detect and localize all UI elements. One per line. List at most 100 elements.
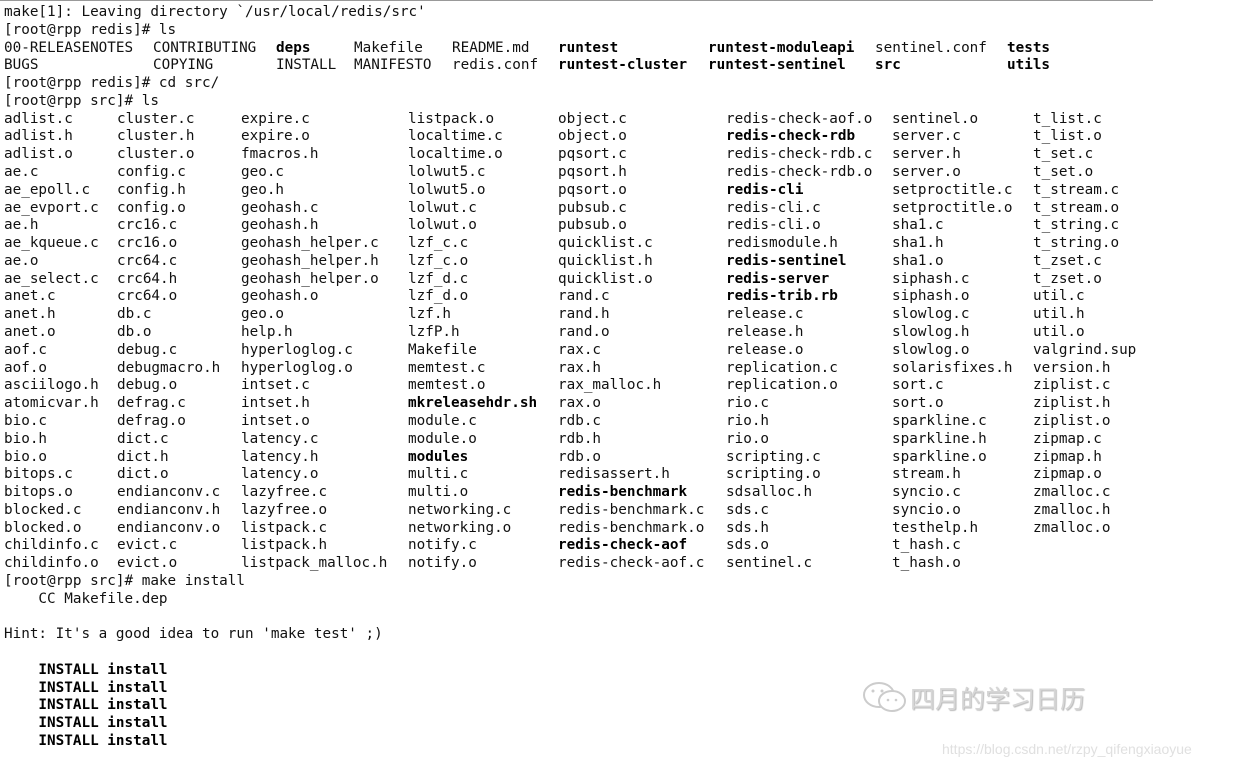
file-entry: dict.h <box>117 448 169 465</box>
file-entry: hyperloglog.o <box>241 359 353 376</box>
file-entry: zmalloc.o <box>1033 519 1111 536</box>
file-entry: crc64.c <box>117 252 178 269</box>
file-entry: t_zset.c <box>1033 252 1102 269</box>
file-entry: INSTALL <box>276 57 337 74</box>
file-entry: localtime.o <box>408 146 503 163</box>
file-entry: cluster.h <box>117 128 195 145</box>
file-entry: sdsalloc.h <box>726 484 813 501</box>
file-entry: bio.h <box>4 430 48 447</box>
file-entry: rio.o <box>726 430 770 447</box>
file-entry: bio.c <box>4 412 48 429</box>
file-entry: memtest.o <box>408 377 486 394</box>
file-entry: siphash.c <box>892 270 970 287</box>
file-entry: cluster.c <box>117 110 195 127</box>
file-entry: crc64.h <box>117 270 178 287</box>
file-entry: lzf_c.c <box>408 235 469 252</box>
file-entry: sparkline.o <box>892 448 987 465</box>
file-entry: ae.h <box>4 217 39 234</box>
file-entry: util.o <box>1033 324 1085 341</box>
file-entry: debug.c <box>117 341 178 358</box>
file-entry: sentinel.o <box>892 110 979 127</box>
file-entry: adlist.h <box>4 128 73 145</box>
file-entry: scripting.o <box>726 466 821 483</box>
terminal-line: [root@rpp src]# make install <box>4 572 246 589</box>
file-entry: aof.c <box>4 341 48 358</box>
file-entry: geohash.o <box>241 288 319 305</box>
file-entry: sort.c <box>892 377 944 394</box>
file-entry: sort.o <box>892 395 944 412</box>
file-entry: rand.h <box>558 306 610 323</box>
file-entry: sentinel.conf <box>875 39 987 56</box>
file-entry: redis-cli <box>726 181 804 198</box>
file-entry: ae_evport.c <box>4 199 99 216</box>
file-entry: zmalloc.c <box>1033 484 1111 501</box>
terminal-line: [root@rpp src]# ls <box>4 92 159 109</box>
file-entry: networking.c <box>408 501 512 518</box>
file-entry: t_stream.c <box>1033 181 1120 198</box>
file-entry: memtest.c <box>408 359 486 376</box>
file-entry: pqsort.o <box>558 181 627 198</box>
file-entry: t_set.c <box>1033 146 1094 163</box>
file-entry: ae.o <box>4 252 39 269</box>
file-entry: lolwut5.o <box>408 181 486 198</box>
file-entry: redis-cli.o <box>726 217 821 234</box>
file-entry: notify.c <box>408 537 477 554</box>
file-entry: module.c <box>408 412 477 429</box>
terminal-line: CC Makefile.dep <box>4 590 168 607</box>
file-entry: aof.o <box>4 359 48 376</box>
file-entry: sds.o <box>726 537 770 554</box>
file-entry: endianconv.c <box>117 484 221 501</box>
file-entry: lolwut.o <box>408 217 477 234</box>
file-entry: zipmap.c <box>1033 430 1102 447</box>
file-entry: slowlog.c <box>892 306 970 323</box>
file-entry: zmalloc.h <box>1033 501 1111 518</box>
file-entry: t_hash.o <box>892 555 961 572</box>
file-entry: geohash.h <box>241 217 319 234</box>
file-entry: config.c <box>117 164 186 181</box>
file-entry: rio.h <box>726 412 770 429</box>
file-entry: listpack.o <box>408 110 495 127</box>
file-entry: redis-check-rdb.o <box>726 164 873 181</box>
file-entry: rax_malloc.h <box>558 377 662 394</box>
file-entry: ziplist.c <box>1033 377 1111 394</box>
terminal-line: INSTALL install <box>4 661 168 678</box>
file-entry: geohash_helper.c <box>241 235 379 252</box>
file-entry: config.o <box>117 199 186 216</box>
file-entry: util.c <box>1033 288 1085 305</box>
terminal-window[interactable]: make[1]: Leaving directory `/usr/local/r… <box>0 0 1153 751</box>
file-entry: redis-sentinel <box>726 252 847 269</box>
file-entry: listpack_malloc.h <box>241 555 388 572</box>
file-entry: defrag.c <box>117 395 186 412</box>
file-entry: CONTRIBUTING <box>153 39 257 56</box>
file-entry: t_list.o <box>1033 128 1102 145</box>
file-entry: rio.c <box>726 395 770 412</box>
file-entry: sparkline.h <box>892 430 987 447</box>
file-entry: testhelp.h <box>892 519 979 536</box>
file-entry: hyperloglog.c <box>241 341 353 358</box>
file-entry: redismodule.h <box>726 235 838 252</box>
file-entry: latency.h <box>241 448 319 465</box>
file-entry: sds.h <box>726 519 770 536</box>
file-entry: pubsub.c <box>558 199 627 216</box>
file-entry: endianconv.h <box>117 501 221 518</box>
file-entry: siphash.o <box>892 288 970 305</box>
file-entry: evict.c <box>117 537 178 554</box>
file-entry: fmacros.h <box>241 146 319 163</box>
file-entry: evict.o <box>117 555 178 572</box>
file-entry: sparkline.c <box>892 412 987 429</box>
file-entry: anet.c <box>4 288 56 305</box>
file-entry: db.c <box>117 306 152 323</box>
file-entry: syncio.o <box>892 501 961 518</box>
wechat-icon <box>863 682 906 712</box>
terminal-line: [root@rpp redis]# ls <box>4 21 177 38</box>
file-entry: MANIFESTO <box>354 57 432 74</box>
file-entry: latency.o <box>241 466 319 483</box>
file-entry: redis-check-aof.o <box>726 110 873 127</box>
file-entry: db.o <box>117 324 152 341</box>
file-entry: scripting.c <box>726 448 821 465</box>
file-entry: redis-check-rdb <box>726 128 856 145</box>
file-entry: ae_epoll.c <box>4 181 91 198</box>
file-entry: t_string.c <box>1033 217 1120 234</box>
file-entry: lzf_d.c <box>408 270 469 287</box>
file-entry: localtime.c <box>408 128 503 145</box>
